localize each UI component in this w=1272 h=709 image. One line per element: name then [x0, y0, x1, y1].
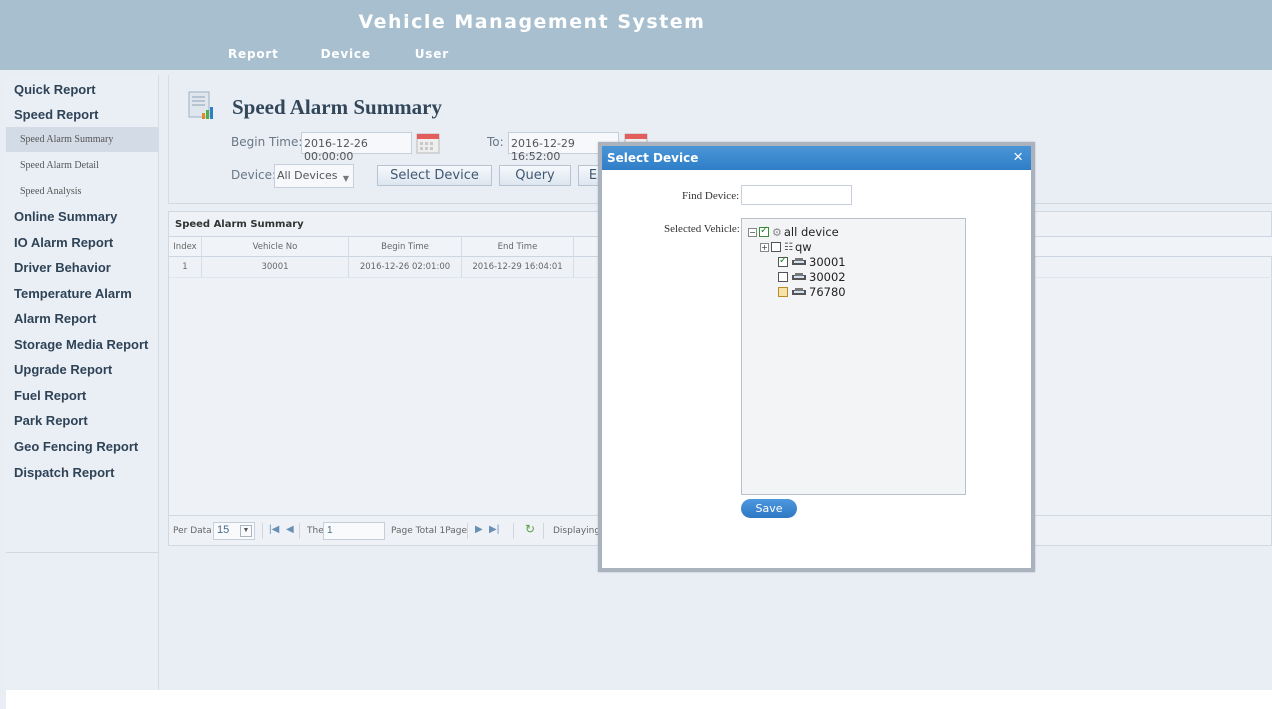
sidebar-subitem-speed-alarm-detail[interactable]: Speed Alarm Detail: [6, 153, 159, 178]
page-title: Speed Alarm Summary: [232, 95, 442, 119]
nav-report[interactable]: Report: [228, 47, 279, 61]
grid-title: Speed Alarm Summary: [175, 219, 304, 230]
last-page-icon[interactable]: ▶|: [489, 524, 499, 535]
sidebar-item-fuel-report[interactable]: Fuel Report: [14, 388, 86, 403]
tree-node-group-qw[interactable]: + ☷ qw: [760, 240, 812, 254]
sidebar-item-geo-fencing-report[interactable]: Geo Fencing Report: [14, 439, 138, 454]
dialog-title: Select Device: [607, 151, 699, 165]
car-icon: [792, 258, 806, 265]
gear-icon: ⚙: [772, 225, 782, 239]
expand-icon[interactable]: +: [760, 242, 769, 252]
page-the-label: The: [307, 526, 324, 536]
checkbox-group-qw[interactable]: [771, 242, 781, 252]
column-header-end-time[interactable]: End Time: [462, 237, 574, 258]
tree-node-label: qw: [794, 240, 812, 254]
top-nav: Report Device User: [228, 47, 449, 61]
sidebar-item-dispatch-report[interactable]: Dispatch Report: [14, 465, 114, 480]
nav-device[interactable]: Device: [321, 47, 371, 61]
tree-node-vehicle[interactable]: 30001: [778, 255, 846, 269]
select-device-button[interactable]: Select Device: [377, 165, 492, 186]
column-header-index[interactable]: Index: [169, 237, 202, 258]
sidebar-item-storage-media-report[interactable]: Storage Media Report: [14, 337, 148, 352]
find-device-input[interactable]: [741, 185, 852, 205]
cell-index: 1: [169, 257, 202, 278]
sidebar-subitem-speed-analysis[interactable]: Speed Analysis: [6, 179, 159, 204]
device-select-value: All Devices: [277, 169, 338, 182]
cell-begin-time: 2016-12-26 02:01:00: [349, 257, 462, 278]
displaying-label: Displaying: [553, 526, 601, 536]
tree-node-label: 76780: [809, 285, 846, 299]
footer-band: [6, 690, 1272, 709]
page-total-label: Page Total 1Page: [391, 526, 468, 536]
pager-divider: [467, 523, 468, 539]
checkbox-vehicle-30002[interactable]: [778, 272, 788, 282]
sidebar: Quick Report Speed Report Speed Alarm Su…: [6, 75, 159, 690]
query-button[interactable]: Query: [499, 165, 571, 186]
per-data-value: 15: [217, 524, 230, 536]
tree-node-label: 30002: [809, 270, 846, 284]
vehicle-tree: − ⚙ all device + ☷ qw 30001 30002 76780: [741, 218, 966, 495]
car-icon: [792, 288, 806, 295]
tree-node-all-device[interactable]: − ⚙ all device: [748, 225, 839, 239]
sidebar-item-driver-behavior[interactable]: Driver Behavior: [14, 260, 111, 275]
nav-user[interactable]: User: [415, 47, 449, 61]
chevron-down-icon: ▼: [240, 525, 252, 537]
select-device-dialog: Select Device × Find Device: Selected Ve…: [598, 142, 1035, 572]
sidebar-item-alarm-report[interactable]: Alarm Report: [14, 311, 96, 326]
cell-end-time: 2016-12-29 16:04:01: [462, 257, 574, 278]
sidebar-item-upgrade-report[interactable]: Upgrade Report: [14, 362, 112, 377]
find-device-label: Find Device:: [682, 190, 740, 202]
cell-vehicle-no: 30001: [202, 257, 349, 278]
pager-divider: [543, 523, 544, 539]
begin-calendar-icon[interactable]: [416, 132, 440, 154]
pager-divider: [262, 523, 263, 539]
app-header: Vehicle Management System Report Device …: [0, 0, 1272, 70]
sidebar-item-io-alarm-report[interactable]: IO Alarm Report: [14, 235, 113, 250]
first-page-icon[interactable]: |◀: [269, 524, 279, 535]
close-icon[interactable]: ×: [1013, 147, 1023, 167]
next-page-icon[interactable]: ▶: [475, 524, 483, 535]
begin-time-label: Begin Time:: [231, 135, 303, 149]
tree-node-label: 30001: [809, 255, 846, 269]
sidebar-item-online-summary[interactable]: Online Summary: [14, 209, 117, 224]
checkbox-vehicle-30001[interactable]: [778, 255, 788, 267]
list-icon: ☷: [784, 241, 793, 253]
to-time-label: To:: [487, 135, 504, 149]
pager-divider: [299, 523, 300, 539]
pager-divider: [513, 523, 514, 539]
collapse-icon[interactable]: −: [748, 227, 757, 237]
tree-node-vehicle[interactable]: 76780: [778, 285, 846, 299]
sidebar-item-speed-report[interactable]: Speed Report: [14, 107, 99, 122]
app-title: Vehicle Management System: [358, 11, 706, 33]
page-number-input[interactable]: 1: [323, 522, 385, 540]
begin-time-input[interactable]: 2016-12-26 00:00:00: [301, 132, 412, 163]
per-data-select[interactable]: 15 ▼: [213, 522, 255, 540]
device-label: Device:: [231, 168, 277, 182]
column-header-begin-time[interactable]: Begin Time: [349, 237, 462, 258]
per-data-label: Per Data: [173, 526, 212, 536]
save-button[interactable]: Save: [741, 499, 797, 518]
refresh-icon[interactable]: ↻: [525, 522, 535, 536]
column-header-vehicle-no[interactable]: Vehicle No: [202, 237, 349, 258]
report-icon: [188, 91, 213, 119]
sidebar-item-park-report[interactable]: Park Report: [14, 413, 88, 428]
previous-page-icon[interactable]: ◀: [286, 524, 294, 535]
dialog-header: Select Device ×: [602, 146, 1031, 170]
device-select[interactable]: All Devices ▼: [274, 164, 354, 188]
sidebar-item-temperature-alarm[interactable]: Temperature Alarm: [14, 286, 132, 301]
tree-node-vehicle[interactable]: 30002: [778, 270, 846, 284]
car-icon: [792, 273, 806, 280]
tree-node-label: all device: [783, 225, 839, 239]
checkbox-vehicle-76780[interactable]: [778, 287, 788, 297]
selected-vehicle-label: Selected Vehicle:: [664, 223, 740, 235]
sidebar-divider: [6, 552, 159, 553]
sidebar-subitem-speed-alarm-summary[interactable]: Speed Alarm Summary: [6, 127, 159, 152]
chevron-down-icon: ▼: [342, 174, 349, 183]
sidebar-item-quick-report[interactable]: Quick Report: [14, 82, 96, 97]
checkbox-all-device[interactable]: [759, 225, 769, 237]
